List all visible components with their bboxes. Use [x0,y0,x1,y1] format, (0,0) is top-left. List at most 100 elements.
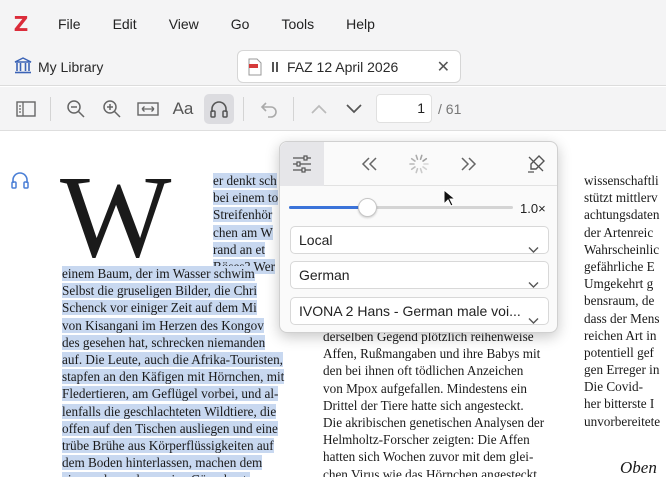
text-line: Affen, Rußmangaben und ihre Babys mit [323,346,541,362]
text-line: lenfalls die geschlachteten Wildtiere, d… [62,403,277,419]
close-tab-icon[interactable]: ✕ [437,57,450,77]
text-line: stapfen an den Käfigen mit Hörnchen, mit [62,369,285,385]
speed-slider[interactable] [289,198,513,217]
tab-bar: My Library FAZ 12 April 2026 ✕ [0,48,666,86]
text-line: reichen Art in [584,327,657,343]
menu-go[interactable]: Go [215,16,266,32]
text-line: bei einem to [213,190,279,206]
text-line: Die Covid- [584,379,643,395]
menu-file[interactable]: File [42,16,97,32]
text-line: trübe Brühe aus Körperflüssigkeiten auf [62,437,274,453]
text-line: Wahrscheinlic [584,241,660,257]
text-line: gefährliche E [584,258,655,274]
text-line: her bitterste I [584,396,655,412]
text-line: den bei ihnen oft tödlichen Anzeichen [323,363,524,379]
text-line: achtungsdaten [584,207,660,223]
tab-document[interactable]: FAZ 12 April 2026 ✕ [237,50,461,83]
fast-forward-icon[interactable] [454,150,482,178]
text-line: wissenschaftli [584,173,659,188]
drop-cap: W [60,151,172,282]
text-line: einem Baum, der im Wasser schwim [62,266,255,281]
app-logo: Z [13,12,29,36]
chevron-down-icon [528,307,539,333]
loading-spinner-icon [405,150,433,178]
library-icon [14,56,32,78]
toolbar-separator [293,97,294,121]
text-line: Helmholtz-Forscher zeigten: Die Affen [323,432,530,448]
text-line: Umgekehrt g [584,276,654,292]
rewind-icon[interactable] [356,150,384,178]
chevron-down-icon [528,236,539,262]
text-line: Schenck vor einiger Zeit auf dem Mi [62,300,257,316]
text-line: bensraum, de [584,293,655,309]
speed-slider-fill [289,206,368,209]
page-number-input[interactable]: 1 [376,94,432,123]
column-2: derselben Gegend plötzlich reihenweise Af… [323,328,544,477]
voice-source-value: Local [299,232,333,248]
toolbar-separator [243,97,244,121]
text-line: potentiell gef [584,344,654,360]
text-line: Streifenhör [213,207,273,223]
text-line: chen Virus wie das Hörnchen angesteckt. [323,466,541,477]
text-line: von Mpox aufgefallen. Mindestens ein [323,380,527,396]
reader-toolbar: Aa 1 / 61 [0,87,666,131]
fit-width-icon[interactable] [133,94,163,124]
mouse-cursor-icon [443,188,457,212]
library-tab-label: My Library [38,59,104,75]
text-line: dem Boden hinterlassen, machen dem [62,455,263,471]
text-line: von Kisangani im Herzen des Kongov [62,317,264,333]
read-aloud-controls [280,142,557,186]
sidebar-toggle-icon[interactable] [11,94,41,124]
text-line: gen Erreger in [584,362,660,378]
next-page-icon[interactable] [339,94,369,124]
read-aloud-margin-icon[interactable] [10,170,30,195]
chevron-down-icon [528,271,539,297]
language-value: German [299,267,350,283]
page-count: / 61 [438,101,462,117]
text-line: hatten sich Wochen zuvor mit dem glei- [323,449,534,465]
zoom-out-icon[interactable] [61,94,91,124]
tab-my-library[interactable]: My Library [14,54,103,80]
highlight-toggle-icon[interactable] [522,150,550,178]
back-icon[interactable] [254,94,284,124]
text-line: stützt mittlerv [584,190,658,206]
column-1-top: er denkt sch bei einem to Streifenhör chen … [213,172,279,275]
document-tab-title: FAZ 12 April 2026 [287,58,399,75]
text-line: offen auf den Tischen ausliegen und eine [62,420,278,436]
menu-help[interactable]: Help [330,16,391,32]
voice-select[interactable]: IVONA 2 Hans - German male voi... [290,297,549,325]
menu-bar: Z File Edit View Go Tools Help [0,0,666,48]
text-line: Selbst die gruseligen Bilder, die Chri [62,283,258,299]
menu-edit[interactable]: Edit [97,16,153,32]
appearance-button[interactable]: Aa [168,94,198,124]
text-line: rand an et [213,241,265,257]
menu-tools[interactable]: Tools [265,16,330,32]
speed-value: 1.0× [520,201,546,216]
pause-icon[interactable] [272,61,278,72]
column-3-heading: Oben [620,458,657,477]
voice-value: IVONA 2 Hans - German male voi... [299,303,521,319]
text-line: dass der Mens [584,310,660,326]
zoom-in-icon[interactable] [97,94,127,124]
column-1: einem Baum, der im Wasser schwim Selbst d… [62,265,285,477]
speed-slider-thumb[interactable] [358,198,378,217]
previous-page-icon[interactable] [304,94,334,124]
text-line: der Artenreic [584,224,654,240]
text-line: unvorbereitete [584,413,661,429]
toolbar-separator [50,97,51,121]
voice-source-select[interactable]: Local [290,226,549,254]
read-aloud-icon[interactable] [204,94,234,124]
column-3: wissenschaftli stützt mittlerv achtungsdat… [584,172,660,430]
text-line: er denkt sch [213,173,277,188]
text-line: Drittel der Tiere hatte sich angesteckt. [323,397,524,413]
pdf-icon [248,58,262,76]
text-line: Fledertieren, am Geflügel vorbei, und al… [62,386,279,402]
text-line: chen am W [213,224,273,240]
text-line: des gesehen hat, schrecken niemanden [62,334,266,350]
text-line: auf. Die Leute, auch die Afrika-Touriste… [62,351,283,367]
text-line: Die akribischen genetischen Analysen der [323,414,545,430]
menu-view[interactable]: View [153,16,215,32]
voice-settings-icon[interactable] [280,142,324,186]
language-select[interactable]: German [290,261,549,289]
text-line: einen oder anderen eine Gänsehaut. [62,471,284,477]
